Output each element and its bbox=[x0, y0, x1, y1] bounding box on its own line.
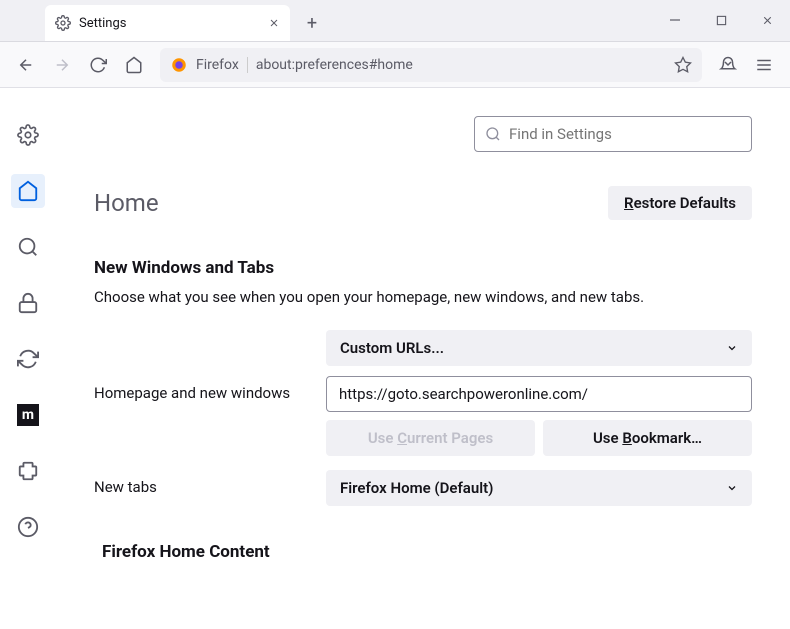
settings-search[interactable] bbox=[474, 116, 752, 152]
newtabs-label: New tabs bbox=[94, 470, 326, 496]
sidebar-general[interactable] bbox=[11, 118, 45, 152]
section-new-windows-desc: Choose what you see when you open your h… bbox=[94, 288, 752, 306]
bookmark-star-icon[interactable] bbox=[674, 56, 692, 74]
search-icon bbox=[485, 126, 501, 142]
content: m Home Restore Defaults New Windows and … bbox=[0, 88, 790, 629]
sidebar-privacy[interactable] bbox=[11, 286, 45, 320]
sidebar-help[interactable] bbox=[11, 510, 45, 544]
forward-button[interactable] bbox=[46, 49, 78, 81]
sidebar-search[interactable] bbox=[11, 230, 45, 264]
use-bookmark-button[interactable]: Use Bookmark… bbox=[543, 420, 752, 456]
chevron-down-icon bbox=[726, 342, 738, 354]
sidebar-more-from-mozilla[interactable]: m bbox=[11, 398, 45, 432]
main-panel: Home Restore Defaults New Windows and Ta… bbox=[56, 88, 790, 629]
pocket-icon[interactable] bbox=[712, 49, 744, 81]
newtabs-select-value: Firefox Home (Default) bbox=[340, 479, 493, 497]
sidebar-extensions[interactable] bbox=[11, 454, 45, 488]
browser-home-button[interactable] bbox=[118, 49, 150, 81]
browser-tab[interactable]: Settings bbox=[45, 5, 290, 41]
toolbar: Firefox about:preferences#home bbox=[0, 42, 790, 88]
back-button[interactable] bbox=[10, 49, 42, 81]
app-menu-button[interactable] bbox=[748, 49, 780, 81]
sidebar-home[interactable] bbox=[11, 174, 45, 208]
newtabs-select[interactable]: Firefox Home (Default) bbox=[326, 470, 752, 506]
address-bar[interactable]: Firefox about:preferences#home bbox=[160, 48, 702, 82]
page-title: Home bbox=[94, 189, 159, 217]
reload-button[interactable] bbox=[82, 49, 114, 81]
new-tab-button[interactable]: + bbox=[298, 9, 326, 37]
homepage-mode-value: Custom URLs... bbox=[340, 339, 444, 357]
firefox-logo-icon bbox=[170, 56, 188, 74]
sidebar: m bbox=[0, 88, 56, 629]
window-controls bbox=[652, 0, 790, 41]
settings-search-input[interactable] bbox=[509, 125, 741, 143]
homepage-label-text: Homepage and new windows bbox=[94, 376, 326, 402]
maximize-button[interactable] bbox=[698, 0, 744, 41]
tab-title: Settings bbox=[79, 16, 260, 31]
close-tab-icon[interactable] bbox=[268, 17, 280, 29]
titlebar: Settings + bbox=[0, 0, 790, 42]
close-window-button[interactable] bbox=[744, 0, 790, 41]
homepage-url-input[interactable] bbox=[326, 376, 752, 412]
sidebar-sync[interactable] bbox=[11, 342, 45, 376]
section-firefox-home-content-title: Firefox Home Content bbox=[102, 542, 752, 562]
address-url: about:preferences#home bbox=[256, 57, 666, 73]
gear-icon bbox=[55, 15, 71, 31]
restore-defaults-button[interactable]: Restore Defaults bbox=[608, 186, 752, 220]
minimize-button[interactable] bbox=[652, 0, 698, 41]
use-current-pages-button[interactable]: Use Current Pages bbox=[326, 420, 535, 456]
chevron-down-icon bbox=[726, 482, 738, 494]
homepage-mode-select[interactable]: Custom URLs... bbox=[326, 330, 752, 366]
address-prefix: Firefox bbox=[196, 57, 248, 73]
section-new-windows-title: New Windows and Tabs bbox=[94, 258, 752, 278]
